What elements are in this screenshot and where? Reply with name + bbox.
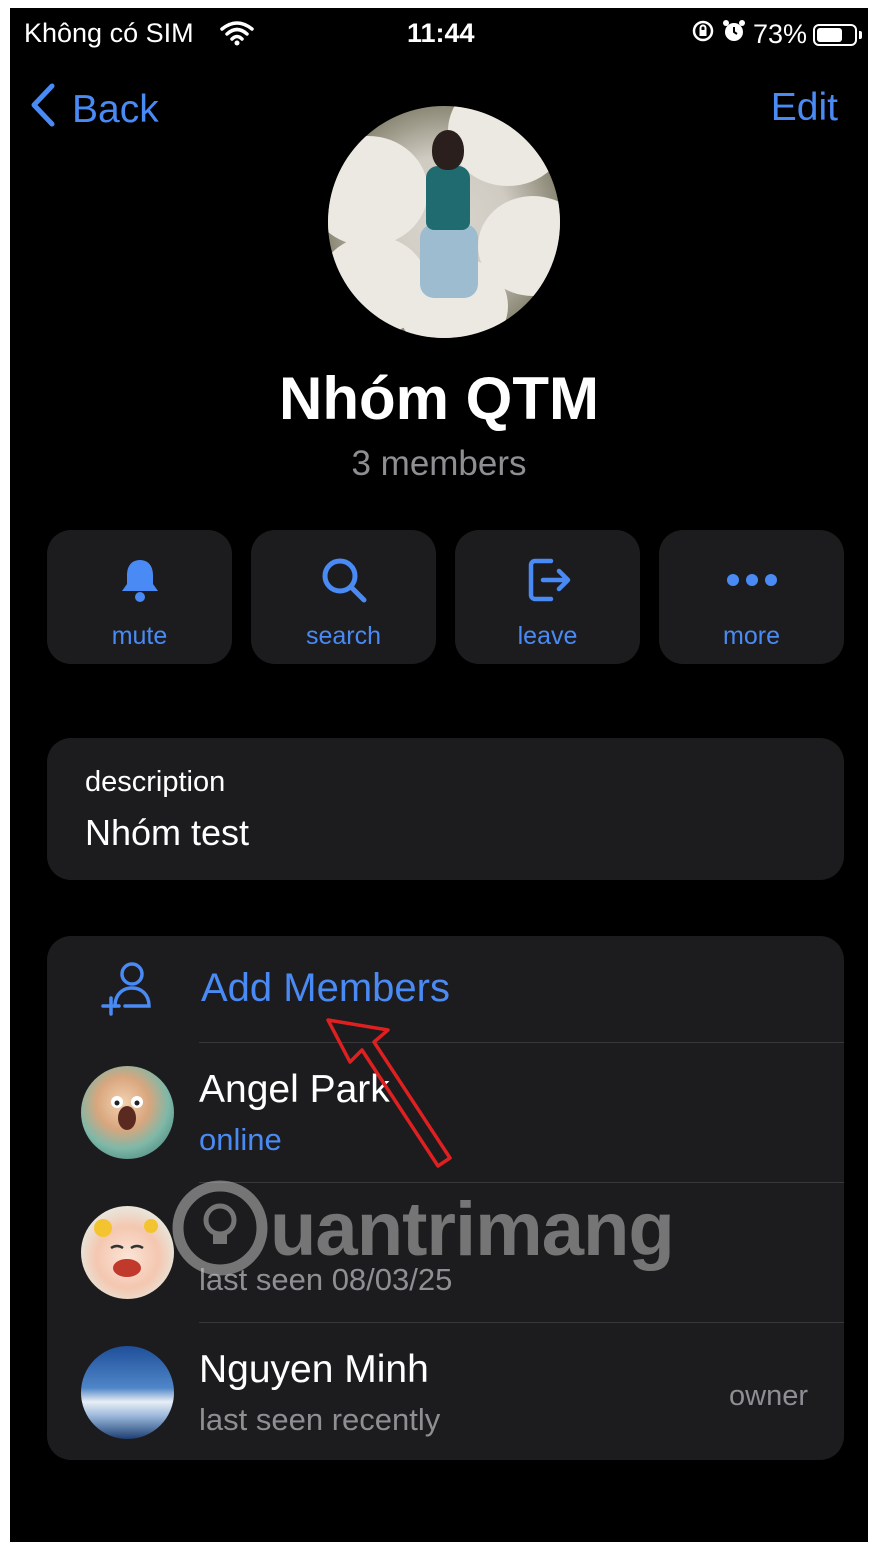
member-status: last seen 08/03/25 (199, 1262, 453, 1297)
more-icon (726, 554, 778, 606)
mute-label: mute (111, 622, 168, 650)
edit-button[interactable]: Edit (771, 86, 838, 130)
status-right-group: 73% (691, 18, 862, 51)
orientation-lock-icon (691, 19, 715, 50)
phone-screen: Không có SIM 11:44 73% Back Edit Nhóm QT… (10, 8, 868, 1542)
avatar (81, 1066, 174, 1159)
member-name: Angel Park (199, 1068, 390, 1111)
search-label: search (305, 622, 382, 650)
leave-button[interactable]: leave (455, 530, 640, 664)
mute-button[interactable]: mute (47, 530, 232, 664)
member-status: online (199, 1122, 282, 1157)
group-members-count: 3 members (351, 444, 527, 483)
wifi-icon (220, 20, 254, 53)
action-buttons: mute search leave more (47, 530, 844, 664)
group-name: Nhóm QTM (279, 365, 599, 432)
avatar (81, 1346, 174, 1439)
divider (199, 1322, 844, 1323)
battery-icon (813, 23, 857, 46)
back-button[interactable]: Back (28, 82, 159, 138)
battery-percent: 73% (752, 19, 807, 49)
add-member-icon (99, 960, 159, 1025)
description-label: description (85, 766, 226, 798)
member-row-angel-park[interactable]: Angel Park online (47, 1044, 844, 1182)
divider (199, 1042, 844, 1043)
description-value: Nhóm test (85, 812, 250, 853)
add-members-label: Add Members (201, 966, 450, 1010)
owner-badge: owner (729, 1380, 808, 1412)
leave-label: leave (517, 622, 578, 650)
divider (199, 1182, 844, 1183)
more-label: more (723, 622, 780, 650)
member-row-second[interactable]: last seen 08/03/25 (47, 1184, 844, 1322)
group-avatar[interactable] (328, 106, 560, 338)
avatar (81, 1206, 174, 1299)
bell-icon (118, 554, 162, 606)
member-status: last seen recently (199, 1402, 441, 1437)
status-bar: Không có SIM 11:44 73% (10, 8, 868, 60)
back-label: Back (72, 88, 159, 131)
member-name: Nguyen Minh (199, 1348, 429, 1391)
more-button[interactable]: more (659, 530, 844, 664)
leave-icon (523, 554, 573, 606)
members-card: Add Members Angel Park online last seen … (47, 936, 844, 1460)
add-members-button[interactable]: Add Members (47, 936, 844, 1042)
description-card: description Nhóm test (47, 738, 844, 880)
member-row-nguyen-minh[interactable]: Nguyen Minh last seen recently owner (47, 1324, 844, 1460)
status-time: 11:44 (407, 18, 475, 48)
battery-tip (859, 30, 862, 39)
alarm-icon (721, 18, 747, 51)
carrier-label: Không có SIM (24, 18, 194, 48)
chevron-left-icon (28, 82, 58, 138)
search-icon (319, 554, 369, 606)
search-button[interactable]: search (251, 530, 436, 664)
